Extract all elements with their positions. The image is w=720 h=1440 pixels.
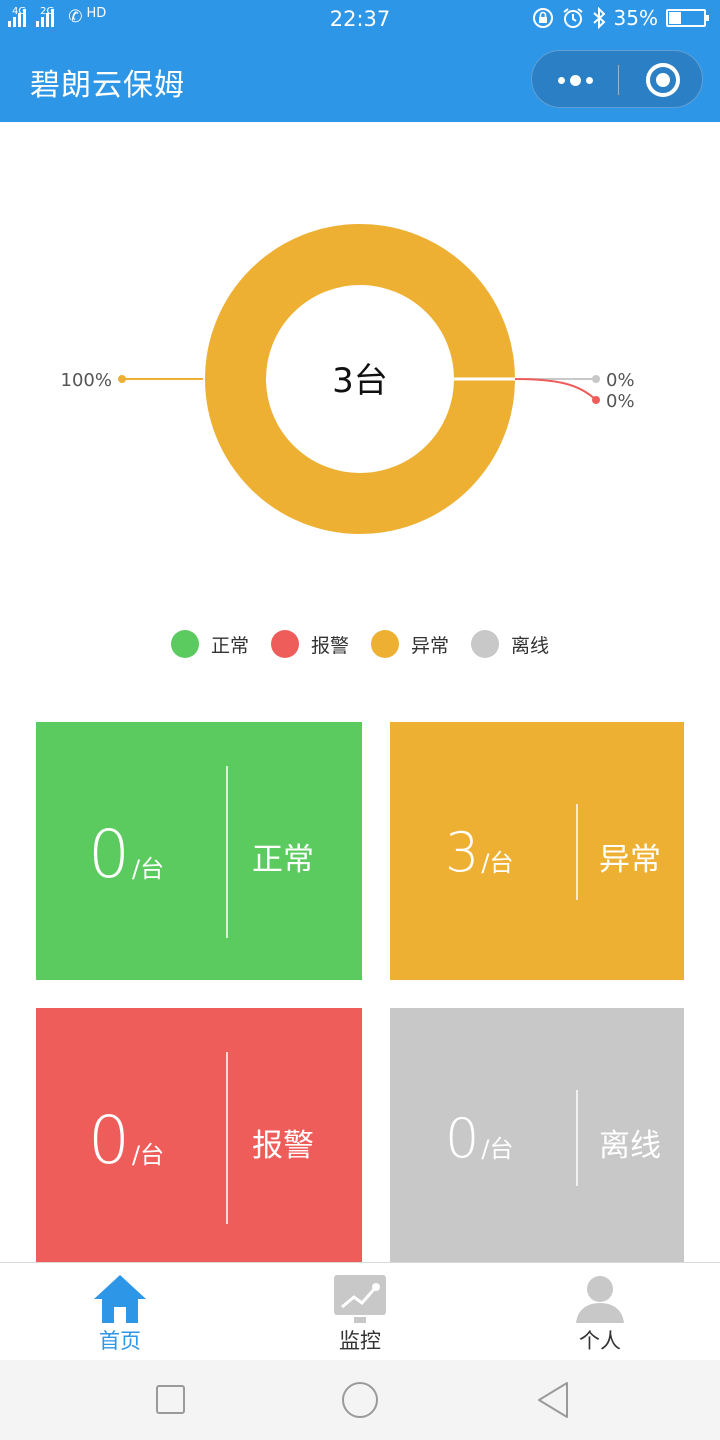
legend-label: 异常 (411, 634, 450, 657)
abnormal-count: 3 (445, 821, 480, 884)
offline-status-card[interactable]: 0 /台 离线 (390, 1008, 684, 1266)
close-button[interactable] (646, 63, 680, 97)
recent-apps-button[interactable] (156, 1385, 185, 1414)
card-divider (576, 804, 578, 900)
card-divider (226, 766, 228, 938)
legend-label: 离线 (511, 634, 550, 657)
legend-item-normal[interactable]: 正常 (170, 630, 249, 658)
status-icons: 35% (532, 6, 709, 30)
home-icon (92, 1273, 148, 1325)
abnormal-count-group: 3 /台 (445, 826, 513, 880)
normal-status-card[interactable]: 0 /台 正常 (36, 722, 362, 980)
chart-center-label: 3台 (332, 361, 388, 401)
tab-monitor-label: 监控 (339, 1329, 381, 1353)
leader-dot-2 (592, 396, 600, 404)
legend-dot (170, 630, 199, 658)
slice-percent-label-2: 0% (606, 391, 635, 412)
rotation-lock-icon (532, 8, 553, 28)
legend-dot (371, 630, 399, 658)
back-button[interactable] (535, 1380, 571, 1420)
leader-dot-0 (118, 375, 126, 383)
navigation-bar: 碧朗云保姆 (0, 40, 720, 122)
offline-label: 离线 (599, 1128, 661, 1164)
alarm-count: 0 (88, 1102, 130, 1179)
system-navigation-bar (0, 1360, 720, 1440)
alarm-unit: /台 (132, 1141, 165, 1169)
more-dot (585, 76, 593, 84)
legend-dot (471, 630, 500, 658)
battery-icon (666, 9, 709, 27)
alarm-status-card[interactable]: 0 /台 报警 (36, 1008, 362, 1266)
abnormal-status-card[interactable]: 3 /台 异常 (390, 722, 684, 980)
donut-chart: 3台 100% 0%0% (61, 224, 635, 534)
alarm-icon (562, 8, 583, 28)
legend-label: 报警 (310, 634, 349, 657)
legend-item-alarm[interactable]: 报警 (270, 630, 349, 658)
normal-unit: /台 (132, 855, 165, 883)
home-button[interactable] (342, 1382, 378, 1418)
normal-count: 0 (88, 816, 130, 893)
leader-line-2 (514, 378, 597, 401)
capsule-divider (618, 65, 619, 95)
abnormal-unit: /台 (481, 849, 514, 877)
slice-percent-label-0: 100% (61, 370, 112, 391)
legend-item-offline[interactable]: 离线 (471, 630, 549, 658)
alarm-count-group: 0 /台 (88, 1108, 164, 1174)
tab-home[interactable]: 首页 (0, 1263, 240, 1361)
alarm-label: 报警 (252, 1128, 314, 1164)
user-icon (572, 1273, 628, 1325)
offline-unit: /台 (481, 1135, 514, 1163)
tab-monitor[interactable]: 监控 (240, 1263, 480, 1361)
mini-program-capsule (531, 50, 703, 108)
legend-dot (270, 630, 299, 658)
leader-dot-1 (592, 375, 600, 383)
page-title: 碧朗云保姆 (30, 68, 185, 103)
tab-profile[interactable]: 个人 (480, 1263, 720, 1361)
tab-profile-label: 个人 (579, 1329, 621, 1353)
card-divider (576, 1090, 578, 1186)
tab-bar: 首页 监控 个人 (0, 1262, 720, 1360)
monitor-icon (332, 1273, 388, 1325)
legend-item-abnormal[interactable]: 异常 (371, 630, 449, 658)
normal-label: 正常 (252, 842, 314, 878)
tab-home-label: 首页 (99, 1329, 141, 1353)
device-status-chart: 3台 100% 0% 0% (0, 122, 720, 622)
status-bar: 4G 2G ✆ HD 22:37 35% (0, 0, 720, 40)
chart-legend: 正常 报警 异常 离线 (0, 630, 720, 658)
normal-count-group: 0 /台 (88, 822, 164, 888)
more-dot (569, 74, 581, 86)
offline-count-group: 0 /台 (445, 1112, 513, 1166)
legend-label: 正常 (210, 634, 249, 657)
card-divider (226, 1052, 228, 1224)
battery-text: 35% (613, 6, 658, 30)
offline-count: 0 (445, 1107, 480, 1170)
slice-percent-label-1: 0% (606, 370, 635, 391)
bluetooth-icon (592, 7, 605, 29)
abnormal-label: 异常 (599, 842, 661, 878)
more-dot (557, 76, 565, 84)
more-button[interactable] (532, 51, 618, 109)
